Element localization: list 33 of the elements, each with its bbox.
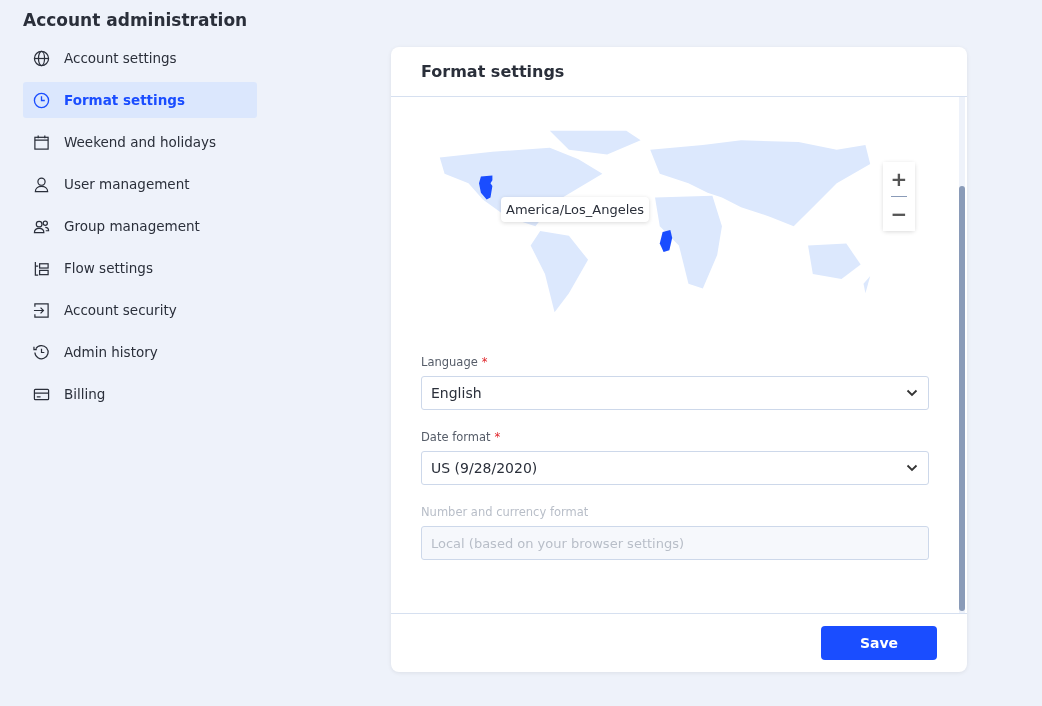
card-title: Format settings	[421, 62, 565, 81]
sidebar-item[interactable]: Account settings	[23, 40, 257, 76]
field-label: Language	[421, 355, 478, 369]
scrollbar[interactable]	[959, 97, 965, 613]
sidebar-item[interactable]: Group management	[23, 208, 257, 244]
chevron-down-icon	[906, 464, 918, 472]
clock-icon	[33, 91, 50, 109]
calendar-icon	[33, 133, 50, 151]
map-tooltip: America/Los_Angeles	[501, 197, 649, 222]
save-button[interactable]: Save	[821, 626, 937, 660]
users-icon	[33, 217, 50, 235]
chevron-down-icon	[906, 389, 918, 397]
sidebar-item[interactable]: Flow settings	[23, 250, 257, 286]
select-field[interactable]: English	[421, 376, 929, 410]
sidebar-item[interactable]: Admin history	[23, 334, 257, 370]
field-label: Date format	[421, 430, 491, 444]
user-icon	[33, 175, 50, 193]
required-mark: *	[494, 430, 501, 444]
zoom-out-button[interactable]: −	[883, 197, 915, 231]
globe-icon	[33, 49, 50, 67]
sign-in-icon	[33, 301, 50, 319]
zoom-in-button[interactable]: +	[883, 162, 915, 196]
required-mark: *	[481, 355, 488, 369]
page-title: Account administration	[23, 10, 249, 30]
field-label: Number and currency format	[421, 505, 589, 519]
sidebar-item[interactable]: Format settings	[23, 82, 257, 118]
sidebar-item[interactable]: Weekend and holidays	[23, 124, 257, 160]
sidebar-item[interactable]: Account security	[23, 292, 257, 328]
select-field[interactable]: US (9/28/2020)	[421, 451, 929, 485]
hierarchy-icon	[33, 259, 50, 277]
history-icon	[33, 343, 50, 361]
sidebar-item[interactable]: Billing	[23, 376, 257, 412]
sidebar-item[interactable]: User management	[23, 166, 257, 202]
